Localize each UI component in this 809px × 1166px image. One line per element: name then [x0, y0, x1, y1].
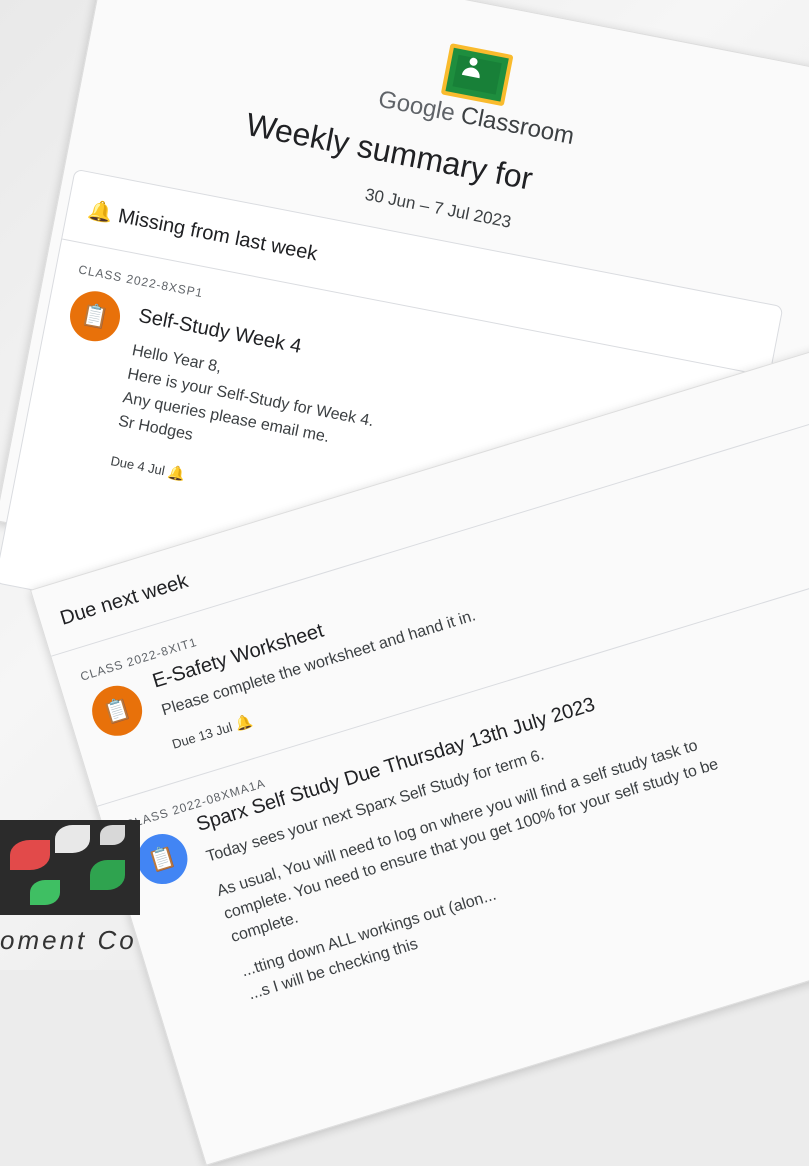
bell-icon: 🔔 [86, 199, 115, 226]
bell-icon: 🔔 [166, 463, 188, 483]
decorative-floral-image [0, 820, 140, 915]
classroom-logo-icon [440, 43, 514, 107]
due-date: Due 4 Jul 🔔 [109, 453, 188, 483]
assignment-icon: 📋 [85, 679, 149, 743]
caption-text: oment Co [0, 925, 137, 955]
bell-icon: 🔔 [232, 712, 255, 733]
assignment-icon: 📋 [65, 286, 125, 346]
date-range: 30 Jun – 7 Jul 2023 [363, 184, 513, 232]
brand-classroom: Classroom [458, 101, 577, 151]
due-next-heading: Due next week [57, 570, 191, 630]
assignment-icon: 📋 [131, 827, 194, 891]
missing-heading: 🔔Missing from last week [86, 199, 320, 266]
